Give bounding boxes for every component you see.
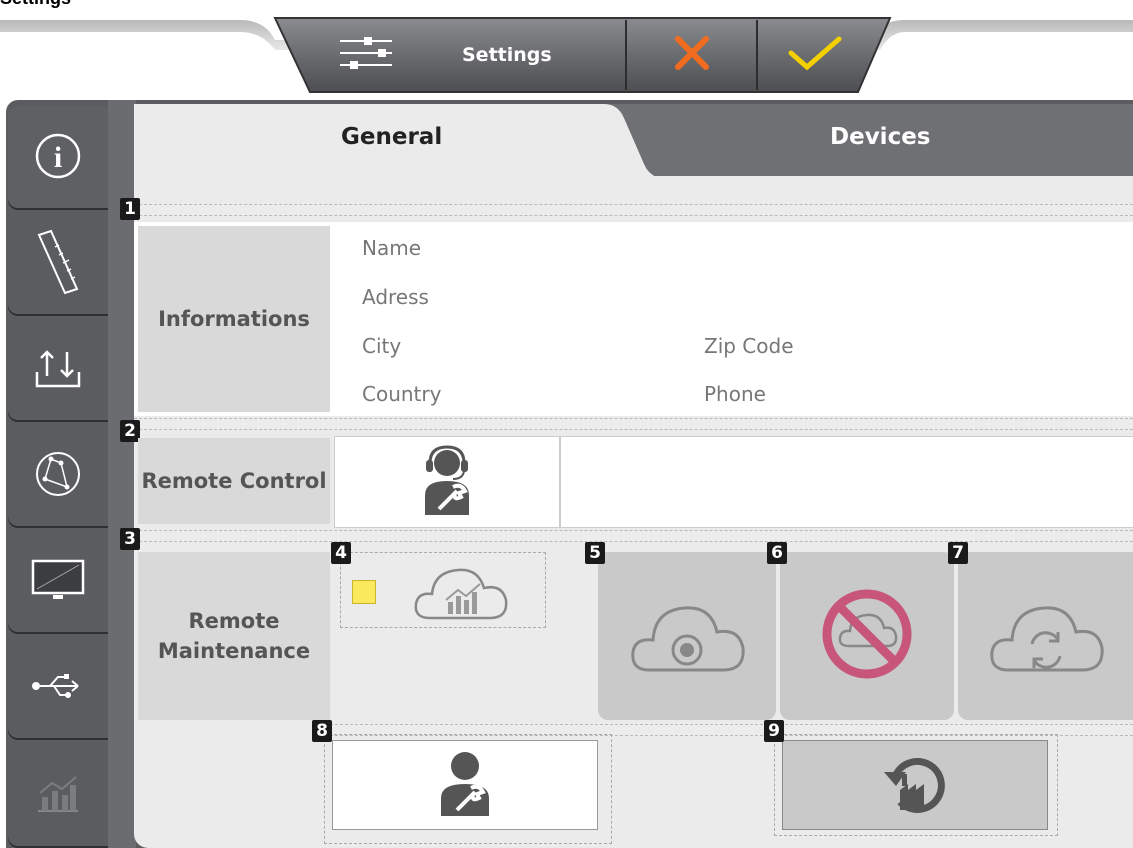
marker-3: 3 — [120, 528, 140, 550]
country-field[interactable]: Country — [362, 382, 441, 406]
sidebar-tab-info[interactable]: i — [8, 106, 108, 210]
cloud-disabled-button[interactable] — [780, 552, 954, 720]
settings-button[interactable]: Settings — [320, 22, 620, 88]
sliders-icon — [338, 33, 394, 78]
marker-2: 2 — [120, 420, 140, 442]
factory-reset-button[interactable] — [782, 740, 1048, 830]
cloud-connect-button[interactable] — [598, 552, 776, 720]
no-cloud-icon — [817, 584, 917, 689]
info-icon: i — [33, 131, 83, 186]
city-field[interactable]: City — [362, 334, 401, 358]
marker-4: 4 — [331, 542, 351, 564]
phone-field[interactable]: Phone — [704, 382, 766, 406]
sidebar-tab-transfer[interactable] — [8, 318, 108, 422]
usb-icon — [30, 671, 86, 706]
cloud-sync-icon — [986, 594, 1106, 679]
marker-6: 6 — [767, 542, 787, 564]
cloud-sync-button[interactable] — [958, 552, 1133, 720]
cloud-target-icon — [627, 594, 747, 679]
technician-button[interactable] — [332, 740, 598, 830]
ruler-icon — [33, 227, 83, 302]
remote-maintenance-checkbox[interactable] — [352, 580, 376, 604]
sidebar-tab-display[interactable] — [8, 530, 108, 634]
remote-control-button[interactable] — [334, 436, 560, 528]
address-field[interactable]: Adress — [362, 285, 429, 309]
technician-icon — [435, 748, 495, 823]
marker-8: 8 — [312, 720, 332, 742]
sidebar-tab-usb[interactable] — [8, 636, 108, 740]
marker-5: 5 — [585, 542, 605, 564]
network-globe-icon — [33, 449, 83, 504]
close-icon — [672, 33, 712, 78]
marker-1: 1 — [120, 198, 140, 220]
remote-maintenance-label-line2: Maintenance — [157, 639, 311, 663]
cloud-analytics-icon — [412, 568, 512, 626]
tab-devices-label: Devices — [830, 124, 931, 150]
remote-control-label: Remote Control — [138, 438, 330, 524]
upload-download-icon — [33, 346, 83, 395]
sidebar-tab-statistics[interactable] — [8, 742, 108, 848]
settings-label: Settings — [462, 44, 552, 66]
cloud-analytics-button[interactable] — [412, 560, 512, 622]
section-divider-1 — [134, 204, 1133, 216]
tab-general-label: General — [341, 124, 443, 150]
tab-general[interactable]: General — [134, 104, 604, 176]
marker-7: 7 — [948, 542, 968, 564]
remote-maintenance-label: Remote Maintenance — [138, 552, 330, 720]
factory-reset-icon — [880, 750, 950, 821]
tab-devices[interactable]: Devices — [600, 104, 1133, 176]
remote-control-area — [560, 436, 1133, 528]
svg-text:i: i — [54, 141, 62, 174]
name-field[interactable]: Name — [362, 236, 421, 260]
cancel-button[interactable] — [630, 22, 754, 88]
section-divider-2 — [134, 418, 1133, 430]
sidebar-tab-network[interactable] — [8, 424, 108, 528]
chart-icon — [34, 771, 82, 820]
sidebar-tab-measure[interactable] — [8, 212, 108, 316]
support-headset-icon — [417, 443, 477, 522]
info-label: Informations — [138, 226, 330, 412]
remote-maintenance-label-line1: Remote — [188, 609, 280, 633]
marker-9: 9 — [764, 720, 784, 742]
confirm-button[interactable] — [760, 22, 870, 88]
monitor-icon — [29, 557, 87, 608]
zip-code-field[interactable]: Zip Code — [704, 334, 794, 358]
section-divider-3 — [134, 530, 1133, 542]
checkmark-icon — [787, 33, 843, 78]
